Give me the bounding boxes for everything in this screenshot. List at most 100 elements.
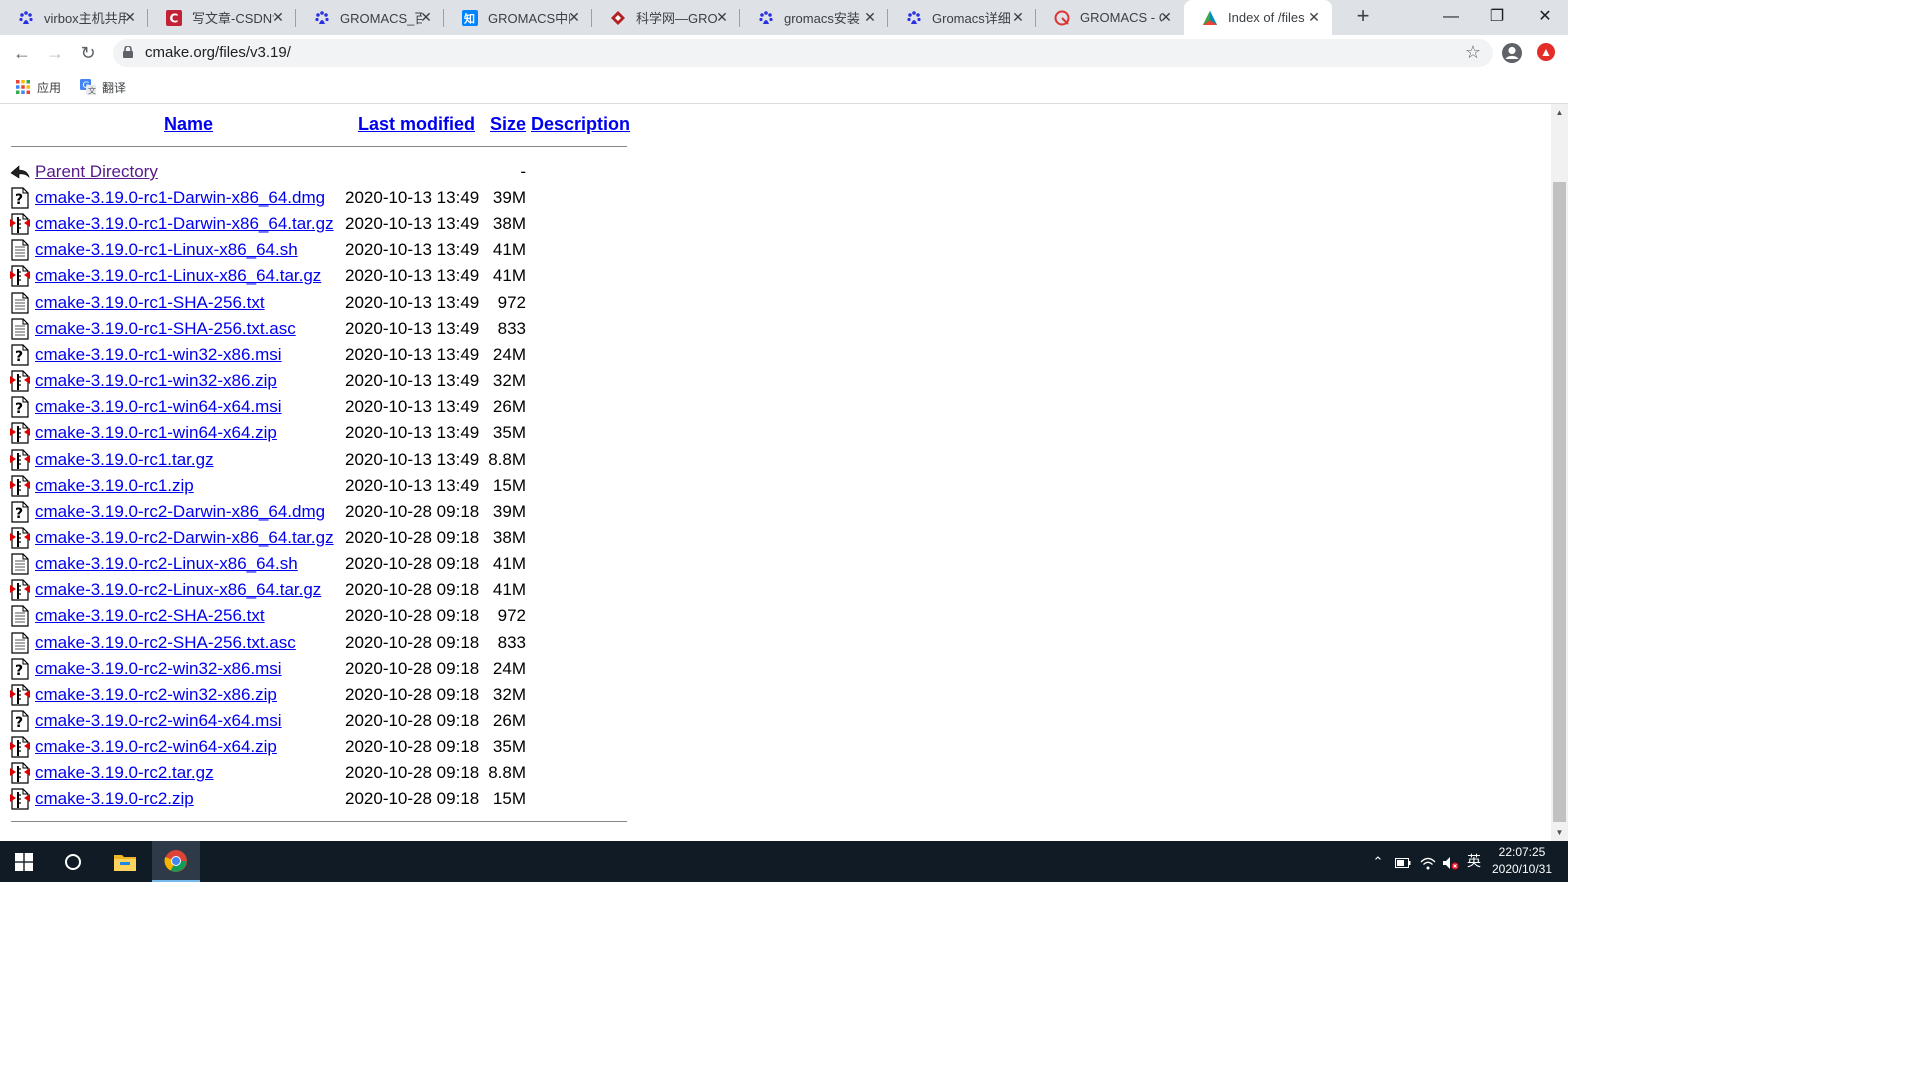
column-header-size[interactable]: Size <box>490 114 526 135</box>
file-link[interactable]: cmake-3.19.0-rc2-win32-x86.msi <box>35 659 282 679</box>
minimize-button[interactable]: — <box>1428 0 1474 33</box>
clock-date: 2020/10/31 <box>1491 862 1553 876</box>
file-size: 41M <box>492 580 526 600</box>
profile-avatar-icon[interactable] <box>1501 42 1523 64</box>
compressed-file-icon <box>10 448 30 471</box>
cmake-triangle-icon <box>1202 10 1218 26</box>
file-link[interactable]: cmake-3.19.0-rc2-win64-x64.msi <box>35 711 282 731</box>
tab-title: GROMACS_百 <box>340 11 422 26</box>
file-link[interactable]: cmake-3.19.0-rc2-Darwin-x86_64.dmg <box>35 502 325 522</box>
file-size: 972 <box>497 292 526 312</box>
new-tab-button[interactable]: + <box>1352 5 1374 28</box>
start-button[interactable] <box>0 841 48 882</box>
svg-text:?: ? <box>15 715 23 731</box>
scroll-up-arrow-icon[interactable]: ▲ <box>1551 104 1568 121</box>
column-header-description[interactable]: Description <box>531 114 630 135</box>
scroll-down-arrow-icon[interactable]: ▼ <box>1551 824 1568 841</box>
file-size: 26M <box>492 711 526 730</box>
tab-close-icon[interactable]: ✕ <box>418 9 434 25</box>
file-modified: 2020-10-13 13:49 <box>345 266 480 286</box>
file-link[interactable]: cmake-3.19.0-rc1-win64-x64.zip <box>35 423 277 443</box>
file-link[interactable]: cmake-3.19.0-rc2-Linux-x86_64.sh <box>35 554 298 574</box>
wifi-icon[interactable] <box>1418 841 1438 882</box>
tab-close-icon[interactable]: ✕ <box>1306 9 1322 25</box>
tab-close-icon[interactable]: ✕ <box>862 9 878 25</box>
file-link[interactable]: cmake-3.19.0-rc1-SHA-256.txt <box>35 293 265 313</box>
file-link[interactable]: cmake-3.19.0-rc1-win64-x64.msi <box>35 397 282 417</box>
browser-tab[interactable]: gromacs安装 ✕ <box>740 0 888 35</box>
file-link[interactable]: cmake-3.19.0-rc2-SHA-256.txt.asc <box>35 633 296 653</box>
bookmark-apps[interactable]: 应用 <box>15 77 61 97</box>
browser-tab[interactable]: 知 GROMACS中的✕ <box>444 0 592 35</box>
file-link[interactable]: cmake-3.19.0-rc2-win32-x86.zip <box>35 685 277 705</box>
scrollbar-thumb[interactable] <box>1553 182 1566 822</box>
tab-close-icon[interactable]: ✕ <box>714 9 730 25</box>
lock-icon[interactable] <box>123 46 133 58</box>
file-link[interactable]: cmake-3.19.0-rc2.tar.gz <box>35 763 214 783</box>
file-link[interactable]: cmake-3.19.0-rc1-win32-x86.msi <box>35 345 282 365</box>
system-clock[interactable]: 22:07:25 2020/10/31 <box>1484 844 1560 878</box>
file-link[interactable]: cmake-3.19.0-rc2.zip <box>35 789 194 809</box>
tab-close-icon[interactable]: ✕ <box>1158 9 1174 25</box>
ime-indicator[interactable]: 英 <box>1463 841 1485 882</box>
bookmark-star-icon[interactable]: ☆ <box>1465 42 1481 63</box>
file-link[interactable]: cmake-3.19.0-rc2-SHA-256.txt <box>35 606 265 626</box>
file-row: ? cmake-3.19.0-rc2-Darwin-x86_64.dmg 2020-… <box>9 499 629 525</box>
tray-overflow-chevron-icon[interactable]: ⌃ <box>1368 841 1388 882</box>
tab-close-icon[interactable]: ✕ <box>566 9 582 25</box>
bookmark-translate[interactable]: G 文 翻译 <box>80 77 126 97</box>
windows-taskbar: ⌃ 英 22:07:25 2020/10/31 <box>0 841 1568 882</box>
extension-icon[interactable]: ▲ <box>1537 43 1555 61</box>
text-file-icon <box>11 605 29 627</box>
browser-tab[interactable]: Gromacs详细 ✕ <box>888 0 1036 35</box>
file-link[interactable]: cmake-3.19.0-rc1-Darwin-x86_64.tar.gz <box>35 214 334 234</box>
maximize-button[interactable]: ❐ <box>1474 0 1520 33</box>
file-link[interactable]: cmake-3.19.0-rc1.tar.gz <box>35 450 214 470</box>
file-size: 8.8M <box>488 763 526 783</box>
compressed-file-icon <box>10 527 30 549</box>
file-link[interactable]: cmake-3.19.0-rc2-Darwin-x86_64.tar.gz <box>35 528 334 548</box>
unknown-file-icon: ? <box>11 396 29 418</box>
forward-button[interactable]: → <box>43 41 67 65</box>
browser-tab[interactable]: GROMACS_百 ✕ <box>296 0 444 35</box>
file-explorer-button[interactable] <box>101 841 149 882</box>
file-link[interactable]: cmake-3.19.0-rc1-SHA-256.txt.asc <box>35 319 296 339</box>
tab-close-icon[interactable]: ✕ <box>122 9 138 25</box>
parent-directory-link[interactable]: Parent Directory <box>35 162 158 182</box>
reload-button[interactable]: ↻ <box>76 41 100 65</box>
volume-muted-icon[interactable] <box>1440 841 1462 882</box>
file-row: cmake-3.19.0-rc2.zip 2020-10-28 09:18 15M <box>9 786 629 812</box>
column-header-last-modified[interactable]: Last modified <box>358 114 475 135</box>
file-link[interactable]: cmake-3.19.0-rc1-win32-x86.zip <box>35 371 277 391</box>
tab-close-icon[interactable]: ✕ <box>1010 9 1026 25</box>
file-link[interactable]: cmake-3.19.0-rc1-Linux-x86_64.tar.gz <box>35 266 321 286</box>
unknown-file-icon: ? <box>11 710 29 732</box>
chrome-taskbar-button[interactable] <box>152 841 200 882</box>
file-link[interactable]: cmake-3.19.0-rc2-Linux-x86_64.tar.gz <box>35 580 321 600</box>
file-link[interactable]: cmake-3.19.0-rc1-Linux-x86_64.sh <box>35 240 298 260</box>
search-button[interactable] <box>49 841 97 882</box>
file-modified: 2020-10-28 09:18 <box>345 658 480 678</box>
browser-tab[interactable]: C 写文章-CSDN博✕ <box>148 0 296 35</box>
file-size: 833 <box>497 632 526 652</box>
tab-close-icon[interactable]: ✕ <box>270 9 286 25</box>
browser-tab[interactable]: 科学网—GRO ✕ <box>592 0 740 35</box>
file-link[interactable]: cmake-3.19.0-rc1.zip <box>35 476 194 496</box>
address-bar[interactable]: cmake.org/files/v3.19/ ☆ <box>113 39 1493 67</box>
file-link[interactable]: cmake-3.19.0-rc1-Darwin-x86_64.dmg <box>35 188 325 208</box>
browser-tab[interactable]: Index of /files ✕ <box>1184 0 1332 35</box>
file-modified: 2020-10-13 13:49 <box>345 423 480 443</box>
back-button[interactable]: ← <box>10 41 34 65</box>
battery-icon[interactable] <box>1393 841 1413 882</box>
page-scrollbar[interactable]: ▲ ▼ <box>1551 104 1568 841</box>
column-header-name[interactable]: Name <box>164 114 213 135</box>
baidu-paw-icon <box>314 10 330 26</box>
file-size: 41M <box>492 240 526 260</box>
url-text[interactable]: cmake.org/files/v3.19/ <box>145 39 291 67</box>
browser-tab[interactable]: virbox主机共用 ✕ <box>0 0 148 35</box>
tab-title: GROMACS - C <box>1080 10 1162 25</box>
zhihu-icon: 知 <box>462 9 478 26</box>
file-link[interactable]: cmake-3.19.0-rc2-win64-x64.zip <box>35 737 277 757</box>
browser-tab[interactable]: GROMACS - C ✕ <box>1036 0 1184 35</box>
close-window-button[interactable]: ✕ <box>1522 0 1568 33</box>
